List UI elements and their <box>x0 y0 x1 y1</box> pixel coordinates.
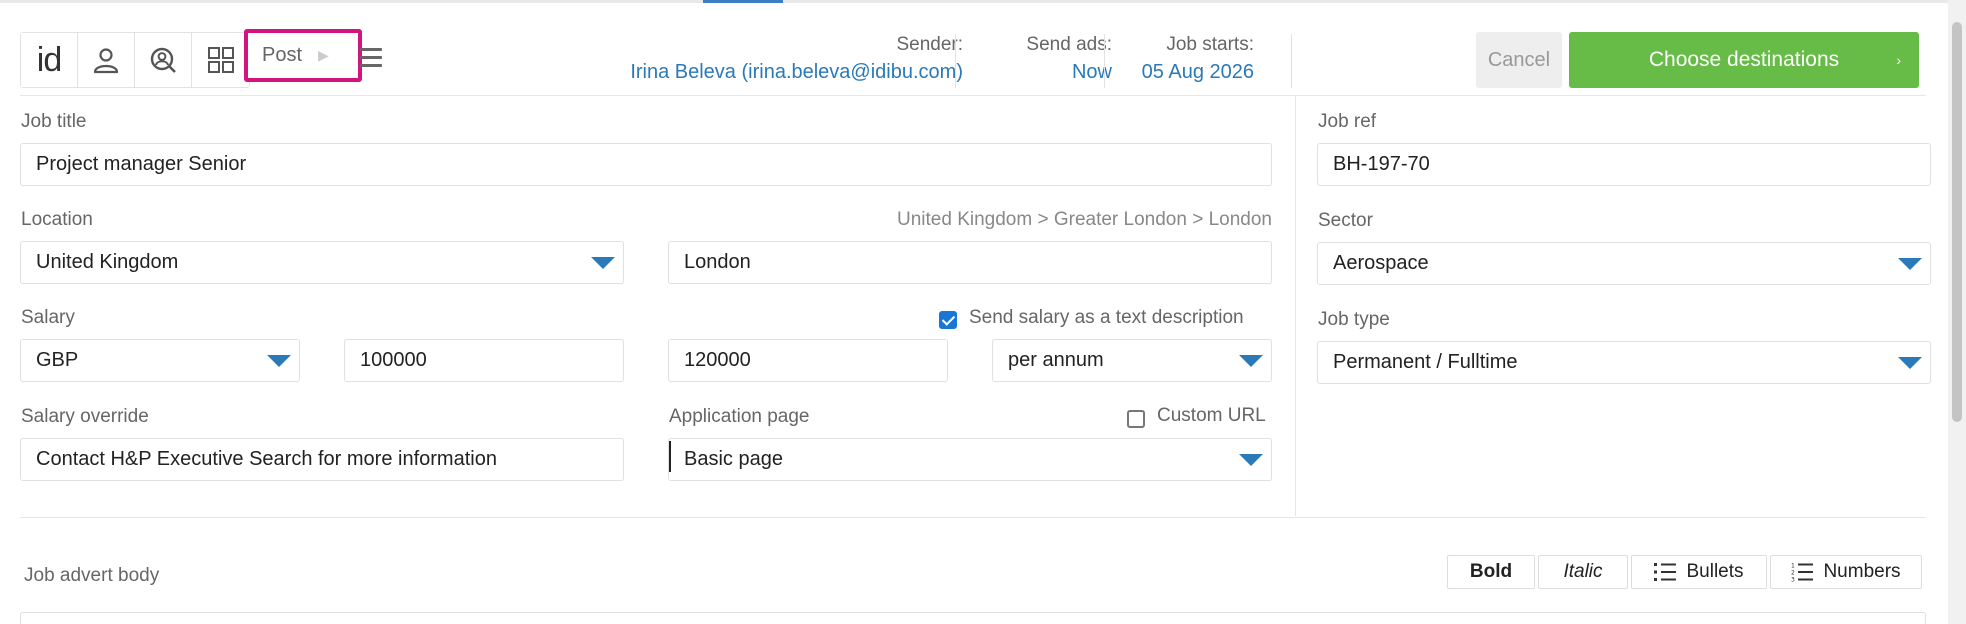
sender-info: Sender: Irina Beleva (irina.beleva@idibu… <box>580 32 963 86</box>
job-starts-info: Job starts: 05 Aug 2026 <box>1120 32 1254 86</box>
location-city-input[interactable]: London <box>668 241 1272 284</box>
job-type-value: Permanent / Fulltime <box>1333 351 1518 373</box>
salary-period-value: per annum <box>1008 349 1104 371</box>
job-starts-label: Job starts: <box>1166 34 1254 55</box>
divider <box>1104 34 1105 88</box>
dropdown-arrow-icon <box>267 355 291 367</box>
svg-text:3: 3 <box>1791 577 1795 583</box>
dropdown-arrow-icon <box>591 257 615 269</box>
bullets-label: Bullets <box>1686 561 1744 582</box>
salary-currency-select[interactable]: GBP <box>20 339 300 382</box>
dropdown-arrow-icon <box>1898 258 1922 270</box>
location-country-value: United Kingdom <box>36 251 179 273</box>
sector-select[interactable]: Aerospace <box>1317 242 1931 285</box>
send-ads-label: Send ads: <box>1026 34 1112 55</box>
sender-label: Sender: <box>896 34 963 55</box>
italic-button[interactable]: Italic <box>1538 555 1628 589</box>
job-ref-label: Job ref <box>1318 111 1377 132</box>
toolbar: id Post ▶ Sender: Irina Beleva (irina.be… <box>20 28 1920 96</box>
format-toolbar: Bold Italic Bullets 123 Numbers <box>1444 555 1922 589</box>
user-icon <box>93 48 119 74</box>
location-label: Location <box>21 209 93 230</box>
section-divider <box>20 517 1926 518</box>
search-profile-button[interactable] <box>135 33 192 87</box>
vertical-scrollbar[interactable] <box>1948 0 1966 624</box>
dropdown-arrow-icon <box>1898 357 1922 369</box>
choose-destinations-button[interactable]: Choose destinations › <box>1569 32 1919 88</box>
chevron-right-icon: ▶ <box>318 47 329 63</box>
location-country-select[interactable]: United Kingdom <box>20 241 624 284</box>
job-ref-input[interactable]: BH-197-70 <box>1317 143 1931 186</box>
grid-button[interactable] <box>192 33 249 87</box>
grid-icon <box>207 47 234 73</box>
job-title-label: Job title <box>21 111 87 132</box>
chevron-right-icon: › <box>1896 52 1901 68</box>
job-advert-body-editor[interactable] <box>20 612 1926 624</box>
top-progress-mark <box>703 0 783 3</box>
salary-text-checkbox-label: Send salary as a text description <box>969 307 1244 328</box>
job-title-input[interactable]: Project manager Senior <box>20 143 1272 186</box>
divider <box>955 34 956 88</box>
menu-icon[interactable] <box>360 48 382 70</box>
salary-period-select[interactable]: per annum <box>992 339 1272 382</box>
numbered-list-icon: 123 <box>1791 563 1814 583</box>
send-ads-info: Send ads: Now <box>980 32 1112 86</box>
job-starts-value[interactable]: 05 Aug 2026 <box>1120 58 1254 86</box>
salary-text-checkbox[interactable] <box>939 311 957 329</box>
search-profile-icon <box>150 47 176 73</box>
job-type-select[interactable]: Permanent / Fulltime <box>1317 341 1931 384</box>
custom-url-label: Custom URL <box>1157 405 1266 426</box>
bullets-button[interactable]: Bullets <box>1631 555 1767 589</box>
scrollbar-thumb[interactable] <box>1952 22 1962 422</box>
application-page-select[interactable]: Basic page <box>668 438 1272 481</box>
user-button[interactable] <box>78 33 135 87</box>
application-page-label: Application page <box>669 406 810 427</box>
sector-value: Aerospace <box>1333 252 1429 274</box>
application-page-value: Basic page <box>684 448 783 470</box>
top-progress-line <box>0 0 1966 3</box>
svg-text:2: 2 <box>1791 570 1795 577</box>
location-breadcrumb: United Kingdom > Greater London > London <box>897 209 1272 230</box>
dropdown-arrow-icon <box>1239 454 1263 466</box>
divider <box>1291 34 1292 88</box>
salary-max-input[interactable]: 120000 <box>668 339 948 382</box>
svg-text:1: 1 <box>1791 563 1795 570</box>
sender-value[interactable]: Irina Beleva (irina.beleva@idibu.com) <box>580 58 963 86</box>
column-divider <box>1295 96 1296 516</box>
bold-button[interactable]: Bold <box>1447 555 1535 589</box>
text-cursor <box>669 441 671 472</box>
numbers-label: Numbers <box>1823 561 1901 582</box>
salary-min-input[interactable]: 100000 <box>344 339 624 382</box>
logo-button[interactable]: id <box>21 33 78 87</box>
salary-override-input[interactable]: Contact H&P Executive Search for more in… <box>20 438 624 481</box>
salary-currency-value: GBP <box>36 349 79 371</box>
job-advert-body-label: Job advert body <box>24 565 160 586</box>
nav-group: id <box>20 32 250 88</box>
salary-label: Salary <box>21 307 75 328</box>
toolbar-divider <box>20 95 1926 96</box>
post-label: Post <box>262 44 303 66</box>
job-type-label: Job type <box>1318 309 1390 330</box>
post-button[interactable]: Post ▶ <box>244 29 362 82</box>
choose-destinations-label: Choose destinations <box>1648 48 1840 71</box>
custom-url-checkbox[interactable] <box>1127 410 1145 428</box>
send-ads-value[interactable]: Now <box>980 58 1112 86</box>
numbers-button[interactable]: 123 Numbers <box>1770 555 1922 589</box>
sector-label: Sector <box>1318 210 1373 231</box>
salary-override-label: Salary override <box>21 406 149 427</box>
app-logo: id <box>36 40 62 79</box>
dropdown-arrow-icon <box>1239 355 1263 367</box>
bullet-list-icon <box>1654 563 1677 581</box>
cancel-button[interactable]: Cancel <box>1476 32 1562 88</box>
